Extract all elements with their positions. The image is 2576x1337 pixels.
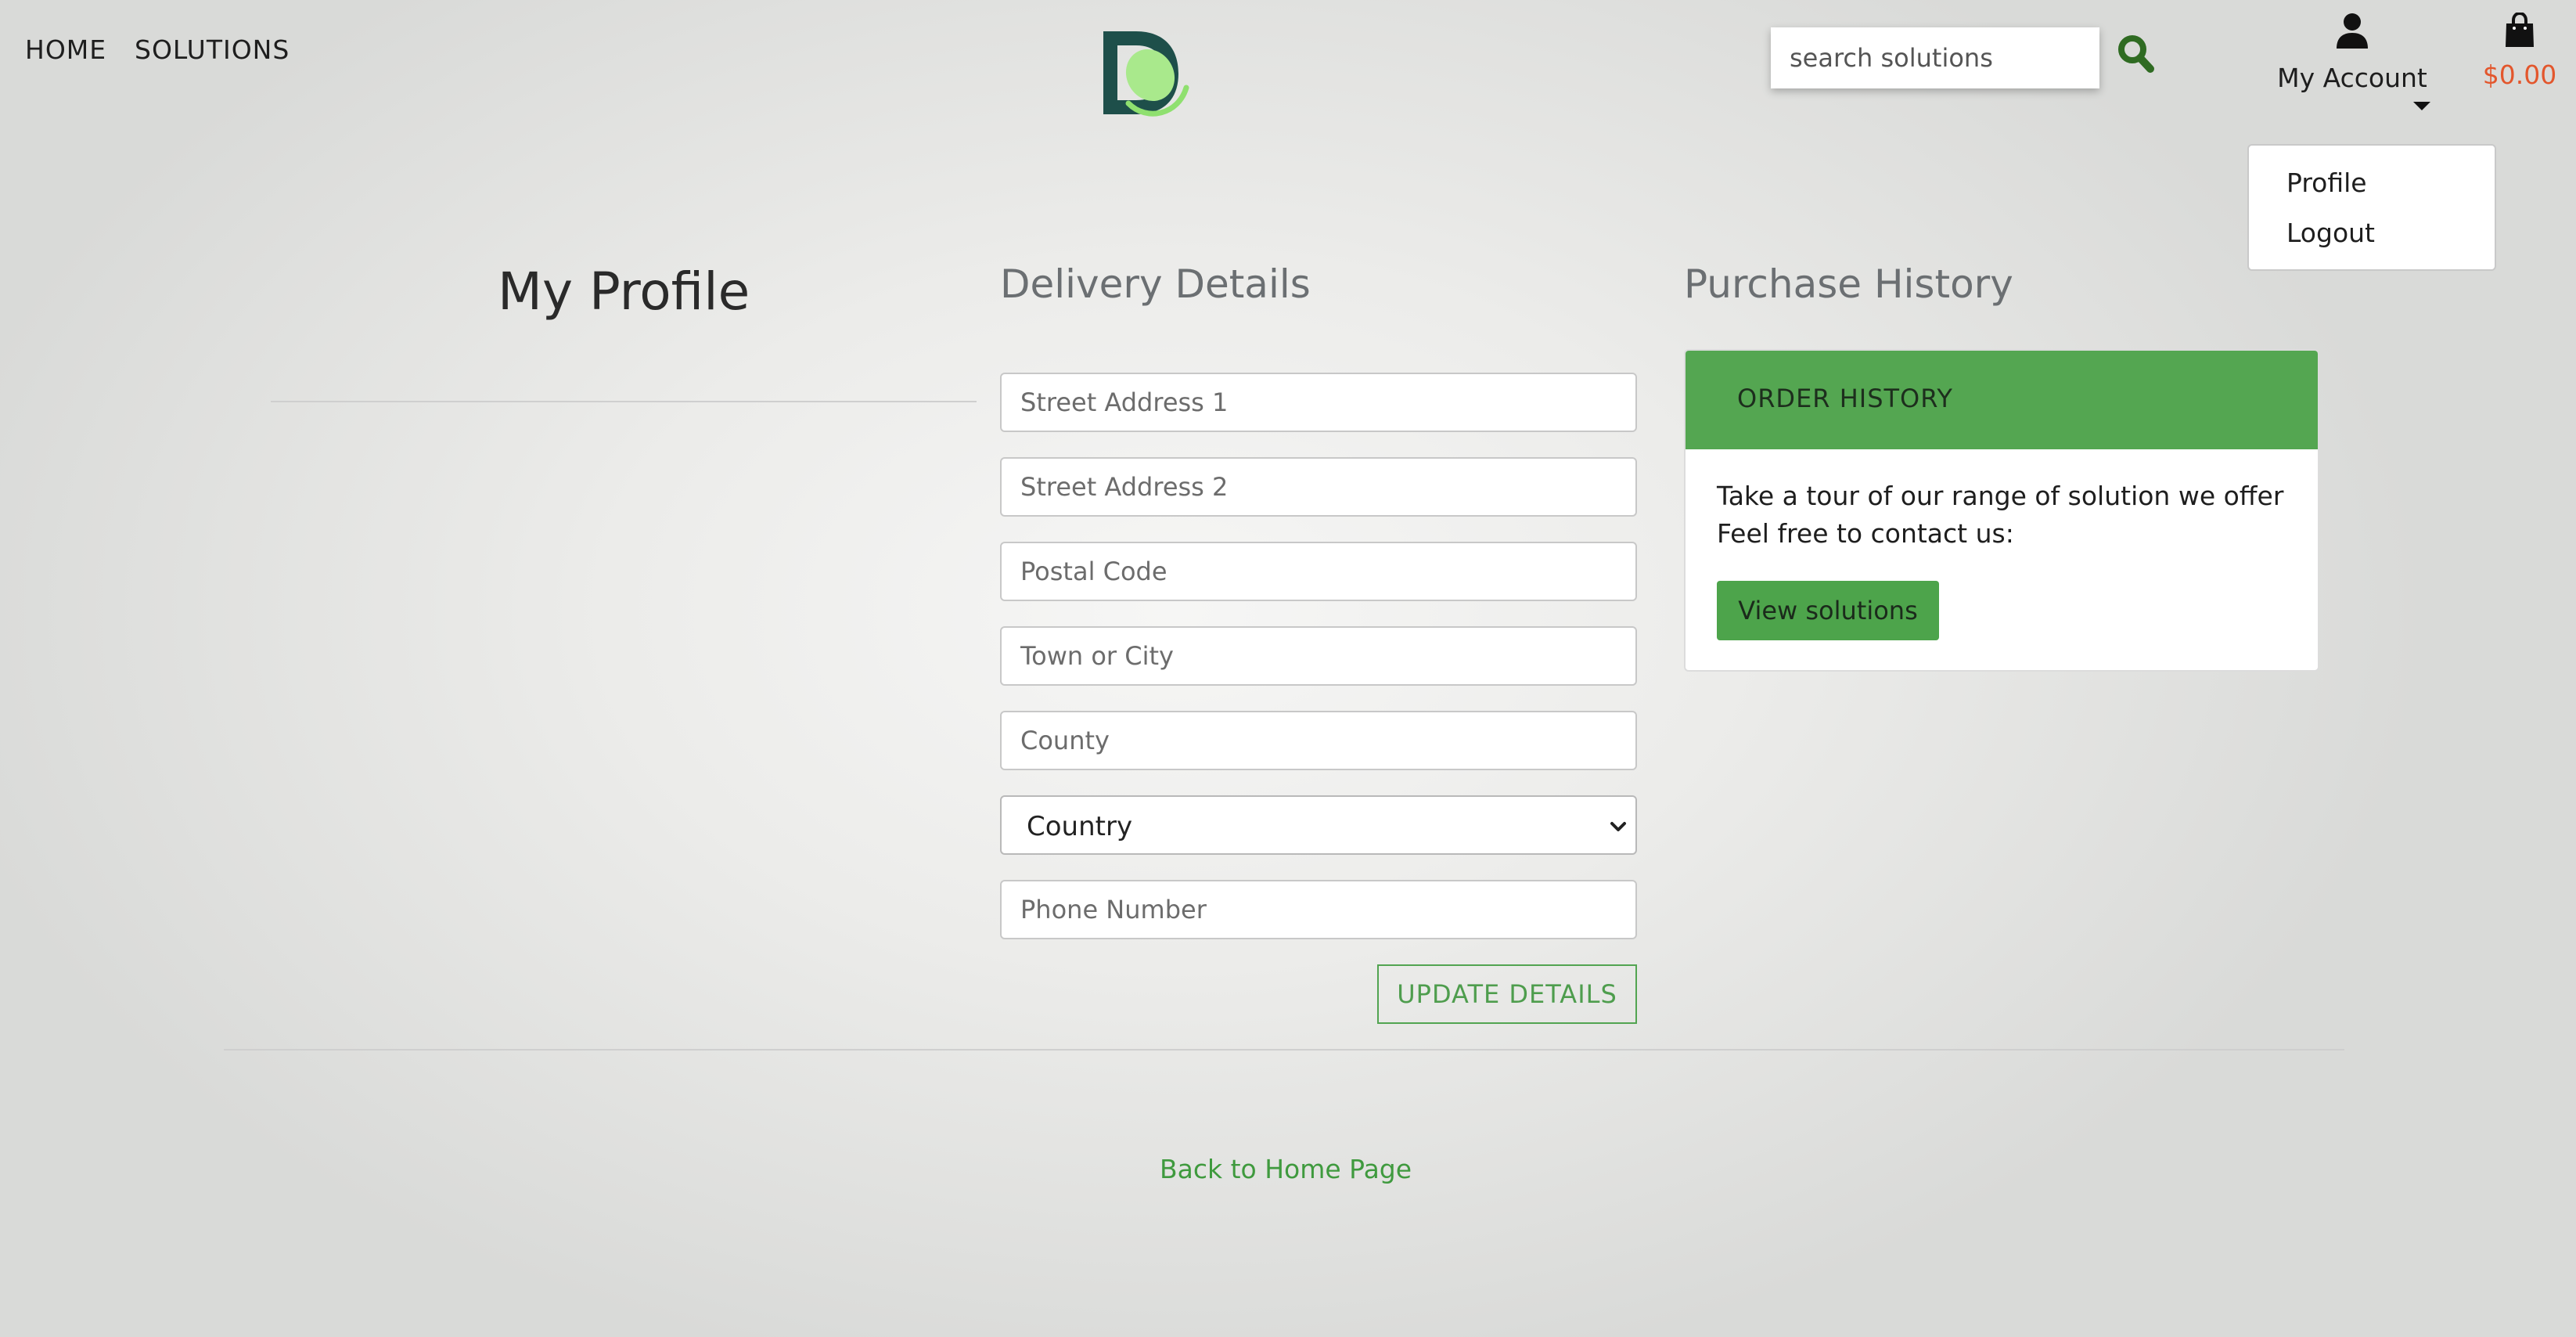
country-select-value: Country	[1027, 811, 1133, 842]
nav-solutions-link[interactable]: SOLUTIONS	[135, 34, 290, 65]
order-history-text-line-2: Feel free to contact us:	[1717, 518, 2014, 549]
dropdown-item-profile[interactable]: Profile	[2286, 168, 2367, 198]
account-dropdown-menu: Profile Logout	[2247, 144, 2496, 271]
postal-code-field[interactable]	[1000, 542, 1637, 601]
country-select[interactable]: Country	[1000, 795, 1637, 855]
order-history-header: ORDER HISTORY	[1686, 351, 2318, 449]
shopping-bag-icon	[2506, 11, 2534, 47]
purchase-history-heading: Purchase History	[1684, 261, 2013, 307]
page-title: My Profile	[498, 261, 750, 322]
user-icon	[2337, 13, 2368, 49]
dropdown-item-logout[interactable]: Logout	[2286, 218, 2375, 248]
caret-down-icon[interactable]	[2413, 102, 2430, 110]
cart-total: $0.00	[2482, 59, 2557, 90]
order-history-title: ORDER HISTORY	[1737, 384, 1953, 413]
county-field[interactable]	[1000, 711, 1637, 770]
search-icon	[2118, 35, 2154, 73]
street-address-1-field[interactable]	[1000, 373, 1637, 432]
profile-divider	[271, 401, 977, 402]
back-to-home-link[interactable]: Back to Home Page	[1160, 1154, 1412, 1184]
logo-mark	[1103, 31, 1189, 117]
my-account-label: My Account	[2277, 63, 2427, 93]
phone-number-field[interactable]	[1000, 880, 1637, 939]
update-details-button[interactable]: UPDATE DETAILS	[1377, 964, 1637, 1024]
town-city-field[interactable]	[1000, 626, 1637, 686]
chevron-down-icon	[1610, 822, 1626, 831]
shopping-cart-button[interactable]: $0.00	[2473, 11, 2567, 99]
order-history-card: ORDER HISTORY Take a tour of our range o…	[1684, 349, 2319, 672]
view-solutions-button[interactable]: View solutions	[1717, 581, 1939, 640]
street-address-2-field[interactable]	[1000, 457, 1637, 517]
nav-home-link[interactable]: HOME	[25, 34, 106, 65]
order-history-text-line-1: Take a tour of our range of solution we …	[1717, 481, 2284, 511]
search-button[interactable]	[2116, 33, 2157, 77]
site-logo[interactable]	[1097, 28, 1196, 117]
search-input[interactable]	[1771, 27, 2099, 88]
delivery-details-heading: Delivery Details	[1000, 261, 1311, 307]
footer-divider	[224, 1049, 2344, 1050]
